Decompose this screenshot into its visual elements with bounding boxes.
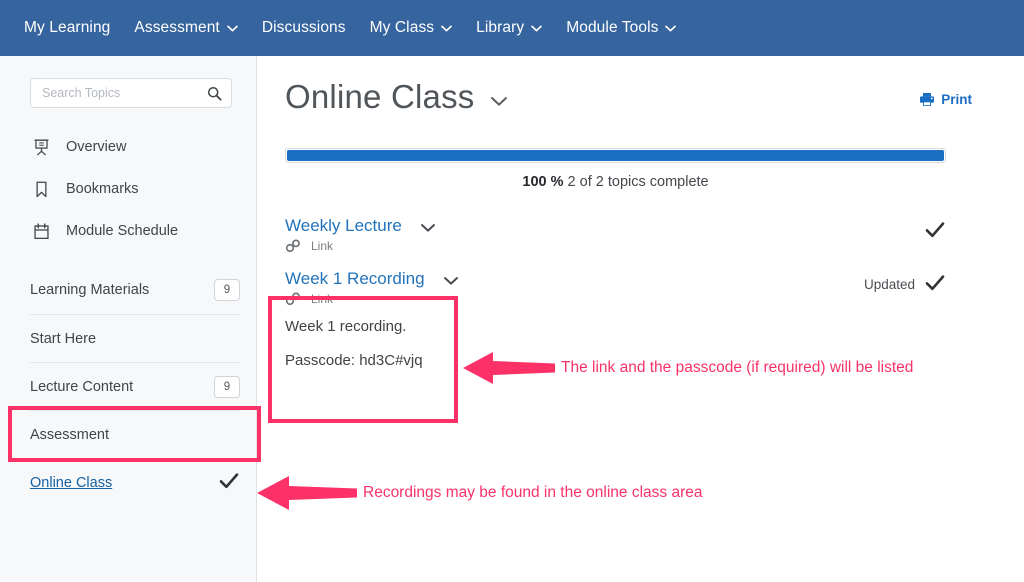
print-button[interactable]: Print: [919, 92, 972, 107]
page-title-text: Online Class: [285, 78, 475, 115]
nav-item-label: Assessment: [134, 19, 220, 36]
checkmark-icon: [218, 471, 240, 495]
sidebar-item-module-schedule[interactable]: Module Schedule: [0, 210, 256, 252]
calendar-icon: [30, 222, 52, 241]
page-header: Online Class Print: [257, 56, 1024, 116]
topic-count-badge: 9: [214, 375, 240, 398]
topic-type-label: Link: [311, 239, 334, 253]
topic-title-link[interactable]: Weekly Lecture: [285, 216, 402, 236]
topic-info: Weekly Lecture Link: [285, 216, 436, 253]
topic-count-badge: 9: [214, 279, 240, 301]
topic-row-weekly-lecture: Weekly Lecture Link: [285, 210, 946, 263]
search-icon[interactable]: [207, 86, 222, 101]
chevron-down-icon[interactable]: [490, 96, 508, 107]
nav-item-label: Module Tools: [566, 19, 659, 36]
annotation-online-class-area: Recordings may be found in the online cl…: [257, 473, 702, 513]
sidebar-item-label: Online Class: [30, 474, 113, 491]
sidebar-item-label: Overview: [66, 139, 127, 155]
topic-description: Week 1 recording.: [285, 318, 407, 335]
annotation-text: The link and the passcode (if required) …: [561, 359, 914, 376]
chain-link-icon: [285, 239, 301, 253]
printer-icon: [919, 92, 935, 107]
sidebar-unit-list: Learning Materials 9 Start Here Lecture …: [0, 266, 256, 506]
progress-bar-track: [285, 148, 946, 163]
topic-type-label: Link: [311, 292, 334, 306]
sidebar-item-label: Start Here: [30, 330, 97, 347]
chain-link-icon: [285, 292, 301, 306]
arrow-left-icon: [463, 348, 555, 388]
nav-item-discussions[interactable]: Discussions: [262, 19, 346, 37]
topic-status: Updated: [864, 269, 946, 296]
nav-item-my-learning[interactable]: My Learning: [24, 19, 110, 37]
topic-type: Link: [285, 292, 459, 306]
bookmark-icon: [30, 180, 52, 199]
sidebar-item-assessment[interactable]: Assessment: [30, 410, 240, 458]
checkmark-icon: [924, 220, 946, 243]
topic-info: Week 1 Recording Link Week 1 recording.: [285, 269, 459, 369]
arrow-left-icon: [257, 473, 357, 513]
search-topics-box[interactable]: [30, 78, 232, 108]
progress-section: 100 % 2 of 2 topics complete: [285, 148, 946, 190]
progress-detail: 2 of 2 topics complete: [567, 174, 709, 190]
topic-passcode: Passcode: hd3C#vjq: [285, 352, 423, 369]
sidebar-item-label: Bookmarks: [66, 181, 139, 197]
annotation-text: Recordings may be found in the online cl…: [363, 484, 703, 501]
sidebar-links: Overview Bookmarks Module Schedule: [0, 126, 256, 252]
topic-title-link[interactable]: Week 1 Recording: [285, 269, 425, 289]
topic-title-line: Week 1 Recording: [285, 269, 459, 289]
chevron-down-icon: [531, 25, 543, 32]
nav-item-label: Discussions: [261, 19, 346, 36]
sidebar-item-start-here[interactable]: Start Here: [30, 314, 240, 362]
nav-item-label: Library: [476, 19, 525, 36]
presentation-screen-icon: [30, 138, 52, 157]
chevron-down-icon[interactable]: [420, 223, 436, 233]
nav-item-assessment[interactable]: Assessment: [134, 19, 238, 37]
topic-type: Link: [285, 239, 436, 253]
checkmark-icon: [924, 273, 946, 296]
progress-bar-fill: [287, 150, 944, 161]
progress-percent: 100 %: [522, 174, 564, 190]
topic-status: [915, 216, 946, 243]
sidebar-item-label: Lecture Content: [30, 378, 134, 395]
page-title: Online Class: [285, 78, 508, 116]
topic-title-line: Weekly Lecture: [285, 216, 436, 236]
sidebar-item-label: Learning Materials: [30, 282, 150, 298]
sidebar-item-online-class[interactable]: Online Class: [30, 458, 240, 506]
chevron-down-icon: [665, 25, 677, 32]
progress-label: 100 % 2 of 2 topics complete: [285, 174, 946, 190]
sidebar: Overview Bookmarks Module Schedule: [0, 56, 257, 582]
top-navigation-bar: My Learning Assessment Discussions My Cl…: [0, 0, 1024, 56]
nav-item-my-class[interactable]: My Class: [370, 19, 453, 37]
sidebar-item-learning-materials[interactable]: Learning Materials 9: [30, 266, 240, 314]
search-input[interactable]: [42, 86, 207, 100]
nav-item-module-tools[interactable]: Module Tools: [566, 19, 677, 37]
chevron-down-icon[interactable]: [443, 276, 459, 286]
sidebar-item-bookmarks[interactable]: Bookmarks: [0, 168, 256, 210]
sidebar-item-overview[interactable]: Overview: [0, 126, 256, 168]
print-button-label: Print: [941, 92, 972, 107]
sidebar-item-label: Assessment: [30, 426, 109, 443]
nav-item-label: My Class: [369, 19, 435, 36]
topic-status-text: Updated: [863, 277, 915, 292]
annotation-passcode: The link and the passcode (if required) …: [463, 348, 913, 388]
sidebar-item-lecture-content[interactable]: Lecture Content 9: [30, 362, 240, 410]
sidebar-item-label: Module Schedule: [66, 223, 179, 239]
nav-item-library[interactable]: Library: [476, 19, 543, 37]
nav-item-label: My Learning: [24, 19, 111, 36]
chevron-down-icon: [441, 25, 453, 32]
chevron-down-icon: [226, 25, 238, 32]
